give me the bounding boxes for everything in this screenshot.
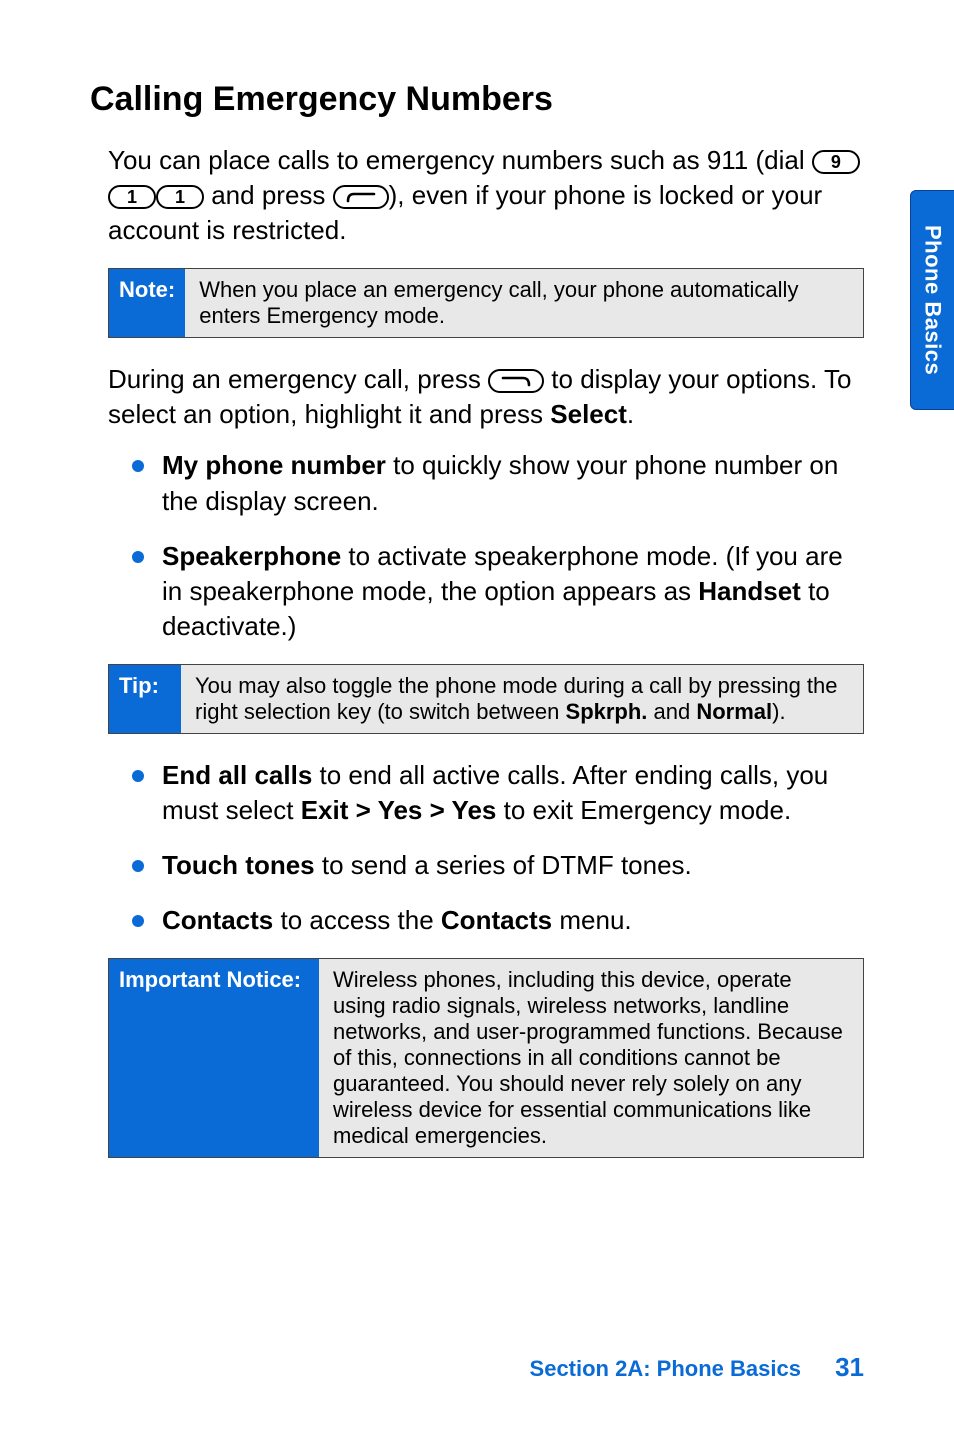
item-rest-a: to access the <box>273 905 441 935</box>
section-heading: Calling Emergency Numbers <box>90 80 864 119</box>
during-text-c: . <box>627 399 634 429</box>
key-9-icon: 9 <box>812 150 860 174</box>
call-key-icon <box>333 185 389 209</box>
note-body: When you place an emergency call, your p… <box>185 269 863 337</box>
intro-text-a: You can place calls to emergency numbers… <box>108 145 812 175</box>
item-rest-b: to exit Emergency mode. <box>496 795 791 825</box>
tip-callout: Tip: You may also toggle the phone mode … <box>108 664 864 734</box>
item-bold: Contacts <box>162 905 273 935</box>
item-rest-b: menu. <box>552 905 632 935</box>
item-bold: Touch tones <box>162 850 315 880</box>
notice-body: Wireless phones, including this device, … <box>319 959 863 1157</box>
exit-path-bold: Exit > Yes > Yes <box>301 795 497 825</box>
page-content: Calling Emergency Numbers You can place … <box>0 0 954 1431</box>
tip-label: Tip: <box>109 665 181 733</box>
footer: Section 2A: Phone Basics 31 <box>530 1352 864 1383</box>
contacts-bold: Contacts <box>441 905 552 935</box>
select-bold: Select <box>550 399 627 429</box>
note-callout: Note: When you place an emergency call, … <box>108 268 864 338</box>
options-key-icon <box>488 369 544 393</box>
item-bold: End all calls <box>162 760 312 790</box>
notice-label: Important Notice: <box>109 959 319 1157</box>
intro-paragraph: You can place calls to emergency numbers… <box>108 143 864 248</box>
note-label: Note: <box>109 269 185 337</box>
tip-text-b: and <box>647 699 696 724</box>
footer-page-number: 31 <box>835 1352 864 1382</box>
list-item: Contacts to access the Contacts menu. <box>132 903 864 938</box>
options-list-1: My phone number to quickly show your pho… <box>132 448 864 643</box>
intro-text-b: and press <box>204 180 333 210</box>
item-bold: Speakerphone <box>162 541 341 571</box>
options-list-2: End all calls to end all active calls. A… <box>132 758 864 938</box>
important-notice-callout: Important Notice: Wireless phones, inclu… <box>108 958 864 1158</box>
tip-bold-1: Spkrph. <box>566 699 648 724</box>
handset-bold: Handset <box>698 576 801 606</box>
footer-section: Section 2A: Phone Basics <box>530 1356 801 1381</box>
key-1-icon: 1 <box>156 185 204 209</box>
list-item: End all calls to end all active calls. A… <box>132 758 864 828</box>
item-rest: to send a series of DTMF tones. <box>315 850 692 880</box>
tip-text-c: ). <box>772 699 785 724</box>
during-paragraph: During an emergency call, press to displ… <box>108 362 864 432</box>
during-text-a: During an emergency call, press <box>108 364 488 394</box>
tip-bold-2: Normal <box>696 699 772 724</box>
list-item: Touch tones to send a series of DTMF ton… <box>132 848 864 883</box>
key-1-icon: 1 <box>108 185 156 209</box>
item-bold: My phone number <box>162 450 386 480</box>
tip-body: You may also toggle the phone mode durin… <box>181 665 863 733</box>
list-item: Speakerphone to activate speakerphone mo… <box>132 539 864 644</box>
list-item: My phone number to quickly show your pho… <box>132 448 864 518</box>
